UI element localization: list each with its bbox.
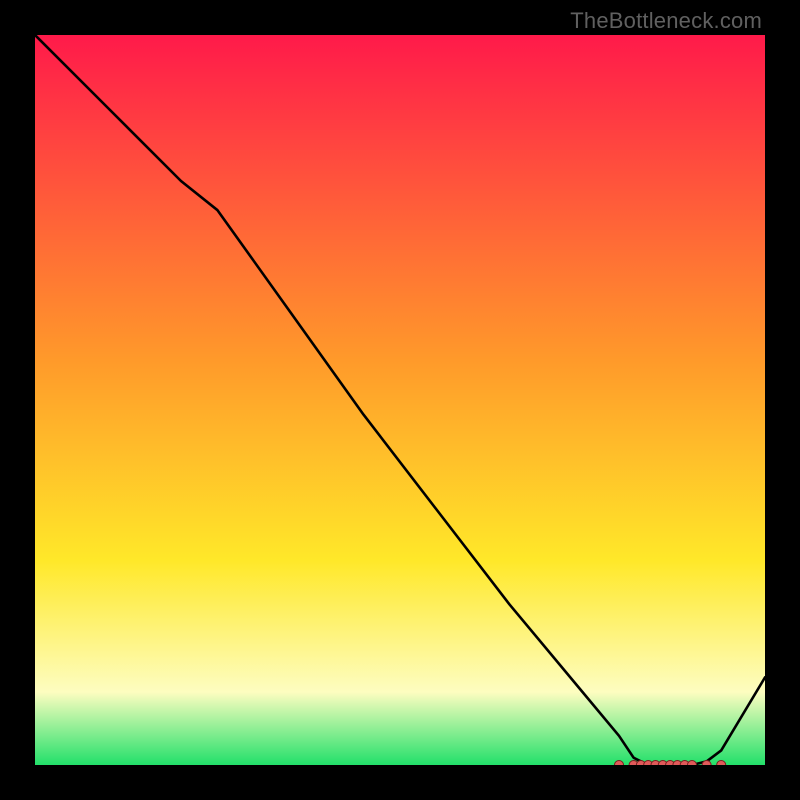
marker-point [717,761,726,766]
marker-point [615,761,624,766]
plot-area [35,35,765,765]
watermark-text: TheBottleneck.com [570,8,762,34]
chart-svg [35,35,765,765]
chart-frame: TheBottleneck.com [0,0,800,800]
marker-point [702,761,711,766]
marker-point [688,761,697,766]
markers-group [615,761,726,766]
